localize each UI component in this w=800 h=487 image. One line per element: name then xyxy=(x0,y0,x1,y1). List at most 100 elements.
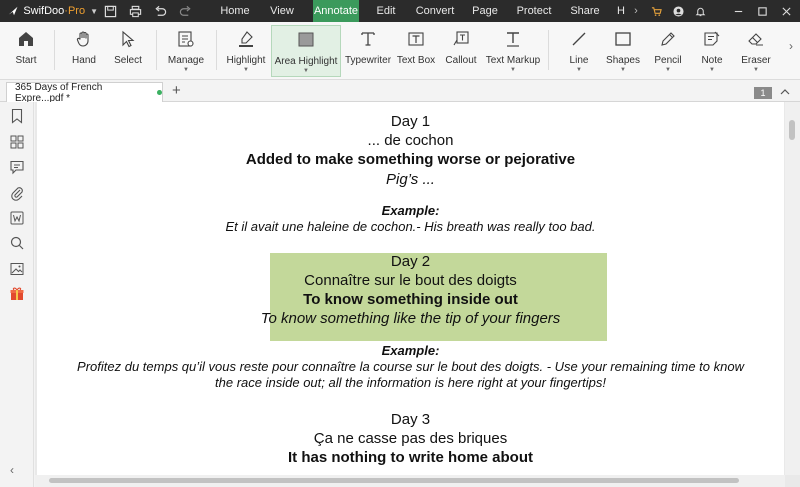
area-highlight-tool[interactable]: Area Highlight ▼ xyxy=(271,25,341,77)
pdf-page: Day 1 ... de cochon Added to make someth… xyxy=(37,102,784,477)
chevron-left-icon[interactable]: ‹ xyxy=(10,463,14,477)
comment-icon[interactable] xyxy=(9,159,25,175)
horizontal-scrollbar[interactable] xyxy=(35,475,785,487)
eraser-tool[interactable]: Eraser ▼ xyxy=(736,25,776,77)
bookmark-icon[interactable] xyxy=(9,108,25,124)
manage-tool[interactable]: Manage ▼ xyxy=(164,25,208,77)
line-icon xyxy=(572,32,586,46)
tool-label: Text Box xyxy=(396,55,436,66)
tool-label: Manage xyxy=(167,55,205,66)
chevron-down-icon: ▼ xyxy=(183,67,189,73)
word-icon[interactable] xyxy=(9,210,25,226)
tool-label: Typewriter xyxy=(344,55,392,66)
image-icon[interactable] xyxy=(9,261,25,277)
menu-page[interactable]: Page xyxy=(468,0,502,22)
area-highlight-icon xyxy=(298,32,314,47)
title-bar: SwifDoo ·Pro ▼ Home View Annotate Edit C… xyxy=(0,0,800,22)
start-tool[interactable]: Start xyxy=(6,25,46,77)
select-tool[interactable]: Select xyxy=(108,25,148,77)
day1-example: Et il avait une haleine de cochon.- His … xyxy=(225,219,596,234)
page-count-badge: 1 xyxy=(754,87,772,99)
document-viewport[interactable]: Day 1 ... de cochon Added to make someth… xyxy=(35,102,800,487)
print-icon[interactable] xyxy=(123,0,148,22)
menu-view[interactable]: View xyxy=(260,0,304,22)
chevron-down-icon: ▼ xyxy=(303,68,309,74)
chevron-down-icon: ▼ xyxy=(753,67,759,73)
swifdoo-logo-icon xyxy=(8,6,18,16)
collapse-chevron-up-icon[interactable] xyxy=(778,84,792,100)
day2-example-label: Example: xyxy=(381,343,440,358)
bell-icon[interactable] xyxy=(690,0,710,22)
tool-label: Note xyxy=(701,55,723,66)
typewriter-tool[interactable]: Typewriter xyxy=(345,25,391,77)
ribbon-divider xyxy=(156,30,157,70)
day2-example-line1: Profitez du temps qu’il vous reste pour … xyxy=(77,359,744,374)
vertical-scroll-thumb[interactable] xyxy=(789,120,795,140)
home-icon xyxy=(19,32,33,46)
chevron-down-icon: ▼ xyxy=(510,67,516,73)
callout-tool[interactable]: Callout xyxy=(441,25,481,77)
attachment-icon[interactable] xyxy=(9,185,25,201)
pencil-tool[interactable]: Pencil ▼ xyxy=(648,25,688,77)
gift-icon[interactable] xyxy=(9,286,25,302)
horizontal-scroll-thumb[interactable] xyxy=(49,478,739,483)
thumbnails-icon[interactable] xyxy=(9,134,25,150)
search-icon[interactable] xyxy=(9,235,25,251)
day2-phrase: Connaître sur le bout des doigts xyxy=(304,272,517,289)
menu-home[interactable]: Home xyxy=(212,0,258,22)
ribbon-scroll-right-icon[interactable]: › xyxy=(784,25,798,77)
tool-label: Eraser xyxy=(741,55,771,66)
menu-share[interactable]: Share xyxy=(566,0,604,22)
menu-scroll-right-icon[interactable]: › xyxy=(630,0,642,22)
tool-label: Text Markup xyxy=(485,55,541,66)
undo-icon[interactable] xyxy=(148,0,173,22)
tool-label: Select xyxy=(114,55,142,66)
day1-heading: Day 1 xyxy=(390,113,431,130)
text-box-icon xyxy=(408,32,424,46)
close-icon[interactable] xyxy=(776,0,796,22)
line-tool[interactable]: Line ▼ xyxy=(559,25,599,77)
tool-label: Area Highlight xyxy=(274,56,338,67)
left-sidebar xyxy=(0,102,34,487)
text-box-tool[interactable]: Text Box xyxy=(396,25,436,77)
menu-convert[interactable]: Convert xyxy=(411,0,459,22)
save-icon[interactable] xyxy=(98,0,123,22)
day1-translation: Pig’s ... xyxy=(386,171,435,188)
document-tab-bar: 365 Days of French Expre...pdf * + xyxy=(0,80,800,104)
day3-meaning: It has nothing to write home about xyxy=(288,449,533,466)
maximize-icon[interactable] xyxy=(752,0,772,22)
menu-annotate[interactable]: Annotate xyxy=(313,0,359,22)
user-avatar-icon[interactable] xyxy=(668,0,688,22)
menu-edit[interactable]: Edit xyxy=(368,0,404,22)
tool-label: Start xyxy=(15,55,37,66)
redo-icon[interactable] xyxy=(173,0,198,22)
note-tool[interactable]: Note ▼ xyxy=(693,25,731,77)
shapes-tool[interactable]: Shapes ▼ xyxy=(603,25,643,77)
chevron-down-icon: ▼ xyxy=(709,67,715,73)
text-markup-tool[interactable]: Text Markup ▼ xyxy=(486,25,540,77)
day1-example-label: Example: xyxy=(381,203,440,218)
unsaved-indicator xyxy=(157,90,162,95)
chevron-down-icon: ▼ xyxy=(90,6,98,16)
day2-meaning: To know something inside out xyxy=(303,291,518,308)
app-menu-button[interactable]: SwifDoo ·Pro ▼ xyxy=(0,0,98,22)
hand-tool[interactable]: Hand xyxy=(64,25,104,77)
tool-label: Line xyxy=(569,55,589,66)
day1-phrase: ... de cochon xyxy=(367,132,454,149)
highlight-tool[interactable]: Highlight ▼ xyxy=(223,25,269,77)
document-tab[interactable]: 365 Days of French Expre...pdf * xyxy=(6,82,163,104)
day2-heading: Day 2 xyxy=(390,253,431,270)
callout-icon xyxy=(453,31,469,46)
new-tab-button[interactable]: + xyxy=(172,82,181,99)
menu-help[interactable]: H xyxy=(614,0,628,22)
ribbon-divider xyxy=(54,30,55,70)
typewriter-icon xyxy=(361,32,375,46)
tool-label: Hand xyxy=(72,55,96,66)
cursor-icon xyxy=(122,30,135,48)
shapes-icon xyxy=(615,32,631,46)
cart-icon[interactable] xyxy=(646,0,666,22)
minimize-icon[interactable] xyxy=(728,0,748,22)
swifdoo-app-window: SwifDoo ·Pro ▼ Home View Annotate Edit C… xyxy=(0,0,800,487)
vertical-scrollbar[interactable] xyxy=(785,102,800,475)
menu-protect[interactable]: Protect xyxy=(512,0,556,22)
